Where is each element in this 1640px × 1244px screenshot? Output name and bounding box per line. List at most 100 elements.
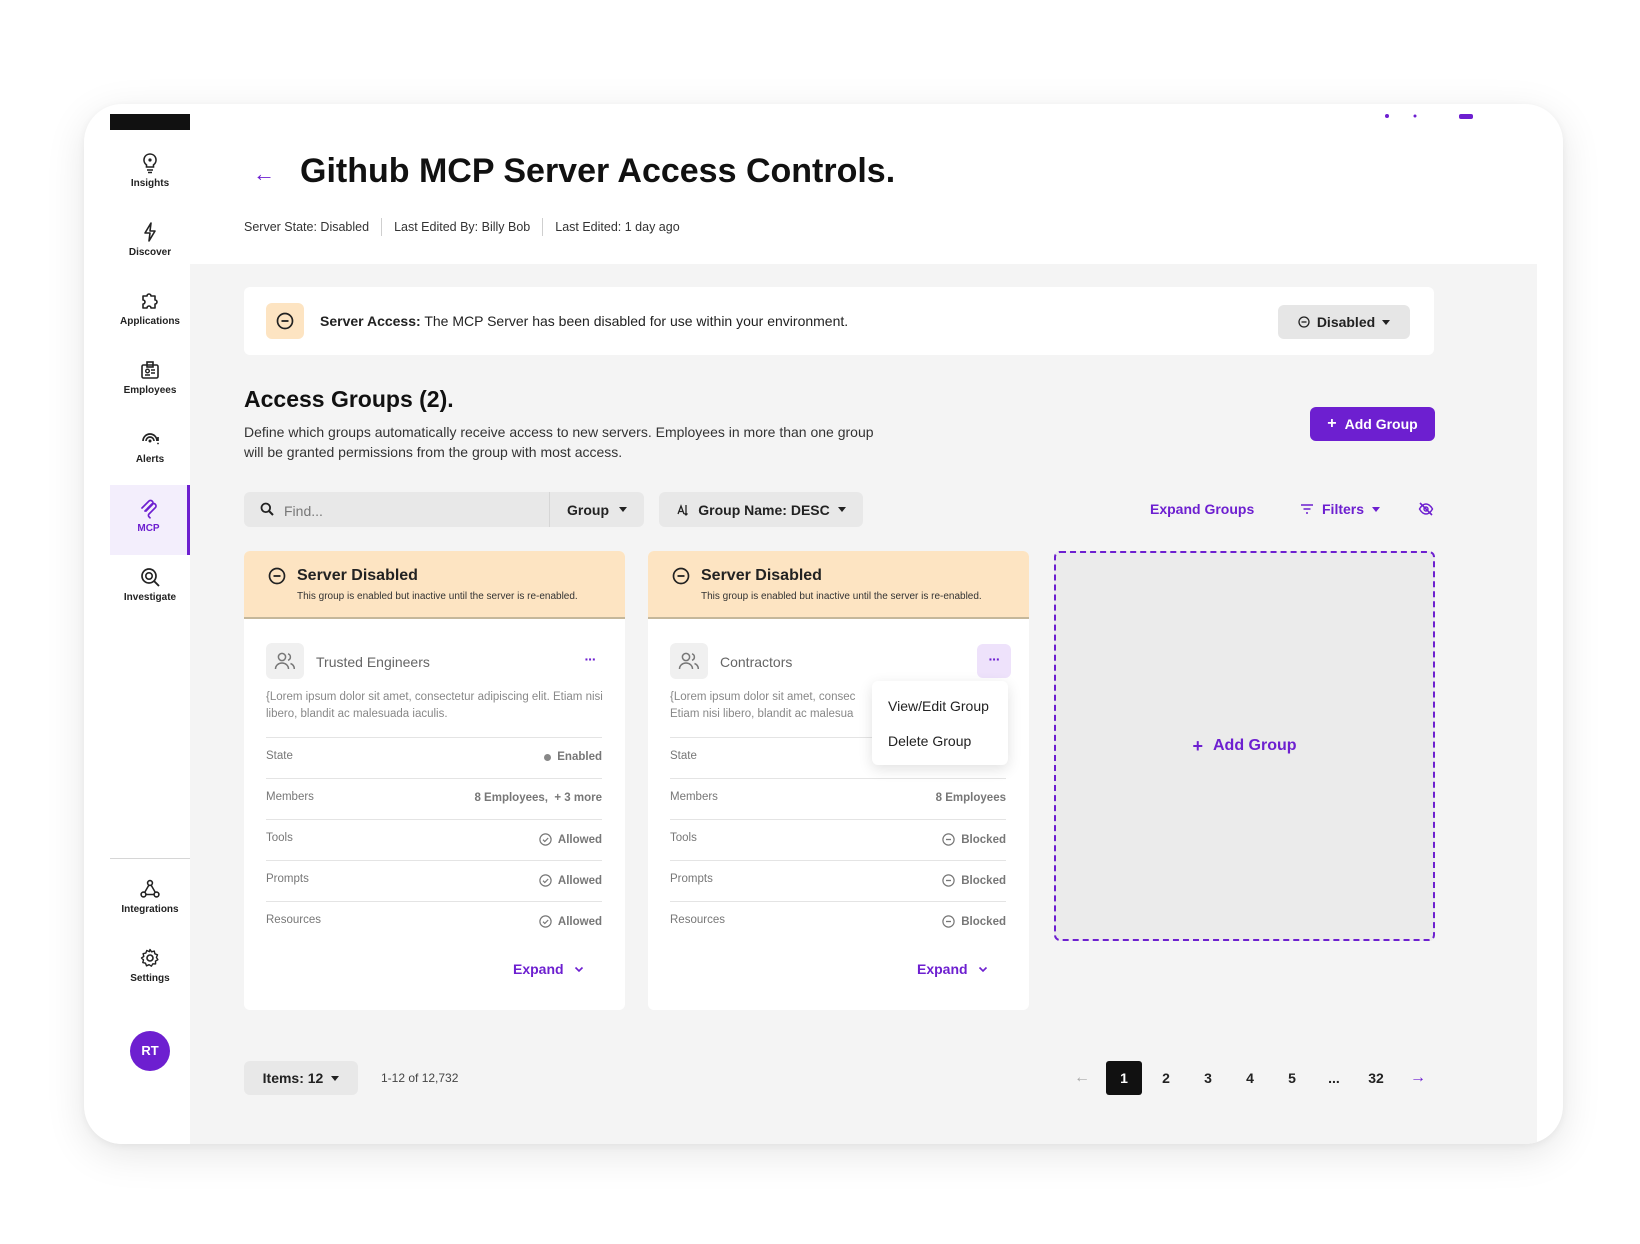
- more-options-button[interactable]: ···: [573, 644, 607, 678]
- sidebar-item-label: Insights: [130, 178, 170, 189]
- access-groups-description: Define which groups automatically receiv…: [244, 424, 874, 460]
- server-access-alert: Server Access: The MCP Server has been d…: [244, 287, 1434, 355]
- chevron-down-icon: [1382, 319, 1391, 325]
- users-icon: [678, 652, 700, 670]
- sidebar-item-applications[interactable]: Applications: [110, 278, 190, 348]
- gear-icon: [140, 948, 159, 967]
- filters-button[interactable]: Filters: [1300, 501, 1381, 517]
- sidebar-item-settings[interactable]: Settings: [110, 935, 190, 1005]
- sidebar-item-label: Applications: [119, 316, 180, 327]
- detail-value: Allowed: [539, 833, 602, 846]
- banner-title: Server Disabled: [297, 567, 418, 584]
- main-content: Server Access: The MCP Server has been d…: [190, 264, 1537, 1144]
- sidebar-item-investigate[interactable]: Investigate: [110, 554, 190, 624]
- search-icon: [260, 502, 274, 516]
- expand-button[interactable]: Expand: [513, 961, 584, 977]
- sidebar-item-integrations[interactable]: Integrations: [110, 866, 190, 936]
- back-arrow-icon[interactable]: ←: [253, 161, 275, 187]
- tools-value: Blocked: [961, 833, 1006, 846]
- mcp-icon: [140, 499, 157, 519]
- prompts-value: Blocked: [961, 874, 1006, 887]
- page-button-32[interactable]: 32: [1358, 1061, 1394, 1095]
- sidebar-item-label: MCP: [137, 523, 160, 534]
- page-button-2[interactable]: 2: [1148, 1061, 1184, 1095]
- last-edited-by-meta: Last Edited By: Billy Bob: [394, 220, 531, 234]
- lightning-icon: [144, 222, 156, 242]
- chevron-down-icon: [1372, 506, 1381, 512]
- add-group-button[interactable]: + Add Group: [1310, 407, 1435, 441]
- detail-key: Members: [266, 791, 314, 803]
- alert-icon-box: [266, 303, 304, 339]
- more-options-button[interactable]: ···: [977, 644, 1011, 678]
- search-input[interactable]: [282, 492, 546, 529]
- next-page-arrow-icon[interactable]: →: [1405, 1061, 1431, 1095]
- sort-select[interactable]: Group Name: DESC: [659, 492, 863, 527]
- detail-key: State: [266, 750, 293, 762]
- members-value: 8 Employees, + 3 more: [474, 792, 602, 804]
- detail-key: State: [670, 750, 697, 762]
- lightbulb-icon: [143, 153, 157, 174]
- badge-icon: [141, 361, 159, 379]
- detail-row-state: State Enabled: [266, 737, 602, 778]
- expand-label: Expand: [917, 961, 968, 977]
- detail-value: Blocked: [942, 874, 1006, 887]
- sidebar-item-label: Integrations: [121, 904, 179, 915]
- page-button-1[interactable]: 1: [1106, 1061, 1142, 1095]
- pagination-range: 1-12 of 12,732: [381, 1071, 459, 1085]
- avatar[interactable]: RT: [130, 1031, 170, 1071]
- detail-row-members: Members 8 Employees, + 3 more: [266, 778, 602, 819]
- server-disabled-banner: Server Disabled This group is enabled bu…: [648, 551, 1029, 619]
- plus-icon: +: [1192, 735, 1203, 756]
- group-name: Contractors: [720, 654, 793, 670]
- prev-page-arrow-icon[interactable]: ←: [1069, 1061, 1095, 1095]
- sidebar-item-discover[interactable]: Discover: [110, 209, 190, 279]
- group-name: Trusted Engineers: [316, 654, 430, 670]
- banner-subtitle: This group is enabled but inactive until…: [297, 591, 578, 602]
- items-per-page-select[interactable]: Items: 12: [244, 1061, 358, 1095]
- alert-message: Server Access: The MCP Server has been d…: [320, 313, 848, 329]
- detail-key: Tools: [266, 832, 293, 844]
- page-button-3[interactable]: 3: [1190, 1061, 1226, 1095]
- search-scope-select[interactable]: Group: [550, 492, 644, 527]
- sidebar-item-insights[interactable]: Insights: [110, 140, 190, 210]
- resources-value: Allowed: [557, 915, 602, 928]
- detail-key: Prompts: [670, 873, 713, 885]
- sidebar-item-label: Investigate: [123, 592, 177, 603]
- visibility-toggle[interactable]: [1418, 501, 1434, 522]
- plus-icon: +: [1327, 415, 1337, 432]
- server-disabled-banner: Server Disabled This group is enabled bu…: [244, 551, 625, 619]
- expand-label: Expand: [513, 961, 564, 977]
- expand-groups-link[interactable]: Expand Groups: [1150, 501, 1254, 517]
- banner-title: Server Disabled: [701, 567, 822, 584]
- menu-item-delete-group[interactable]: Delete Group: [888, 733, 971, 749]
- add-group-label: Add Group: [1344, 416, 1418, 432]
- detail-value: Allowed: [539, 874, 602, 887]
- detail-row-prompts: Prompts Blocked: [670, 860, 1006, 901]
- pagination: Items: 12 1-12 of 12,732 ← 1 2 3 4 5 ...…: [190, 1061, 1537, 1101]
- sidebar-item-employees[interactable]: Employees: [110, 347, 190, 417]
- sort-az-icon: [677, 503, 689, 516]
- page-ellipsis: ...: [1328, 1070, 1340, 1086]
- chevron-down-icon: [978, 966, 987, 972]
- filters-label: Filters: [1322, 501, 1365, 517]
- menu-item-view-edit-group[interactable]: View/Edit Group: [888, 698, 989, 714]
- prompts-value: Allowed: [557, 874, 602, 887]
- groups-toolbar: Group Group Name: DESC Expand Groups Fil…: [244, 492, 1436, 529]
- expand-button[interactable]: Expand: [917, 961, 988, 977]
- page-button-5[interactable]: 5: [1274, 1061, 1310, 1095]
- top-edge-icons: [1385, 114, 1473, 119]
- sidebar-item-alerts[interactable]: Alerts: [110, 416, 190, 486]
- network-icon: [140, 879, 160, 898]
- sidebar-item-label: Alerts: [135, 454, 165, 465]
- page-button-4[interactable]: 4: [1232, 1061, 1268, 1095]
- meta-divider: [381, 218, 383, 236]
- check-circle-icon: [539, 874, 552, 887]
- detail-row-members: Members 8 Employees: [670, 778, 1006, 819]
- sidebar-item-mcp[interactable]: MCP: [110, 485, 190, 555]
- minus-circle-icon: [268, 567, 286, 585]
- server-status-dropdown[interactable]: Disabled: [1278, 305, 1410, 339]
- group-description: {Lorem ipsum dolor sit amet, consectetur…: [266, 691, 603, 720]
- minus-circle-icon: [942, 874, 955, 887]
- group-actions-menu: View/Edit Group Delete Group: [872, 681, 1008, 765]
- add-group-card[interactable]: + Add Group: [1054, 551, 1435, 941]
